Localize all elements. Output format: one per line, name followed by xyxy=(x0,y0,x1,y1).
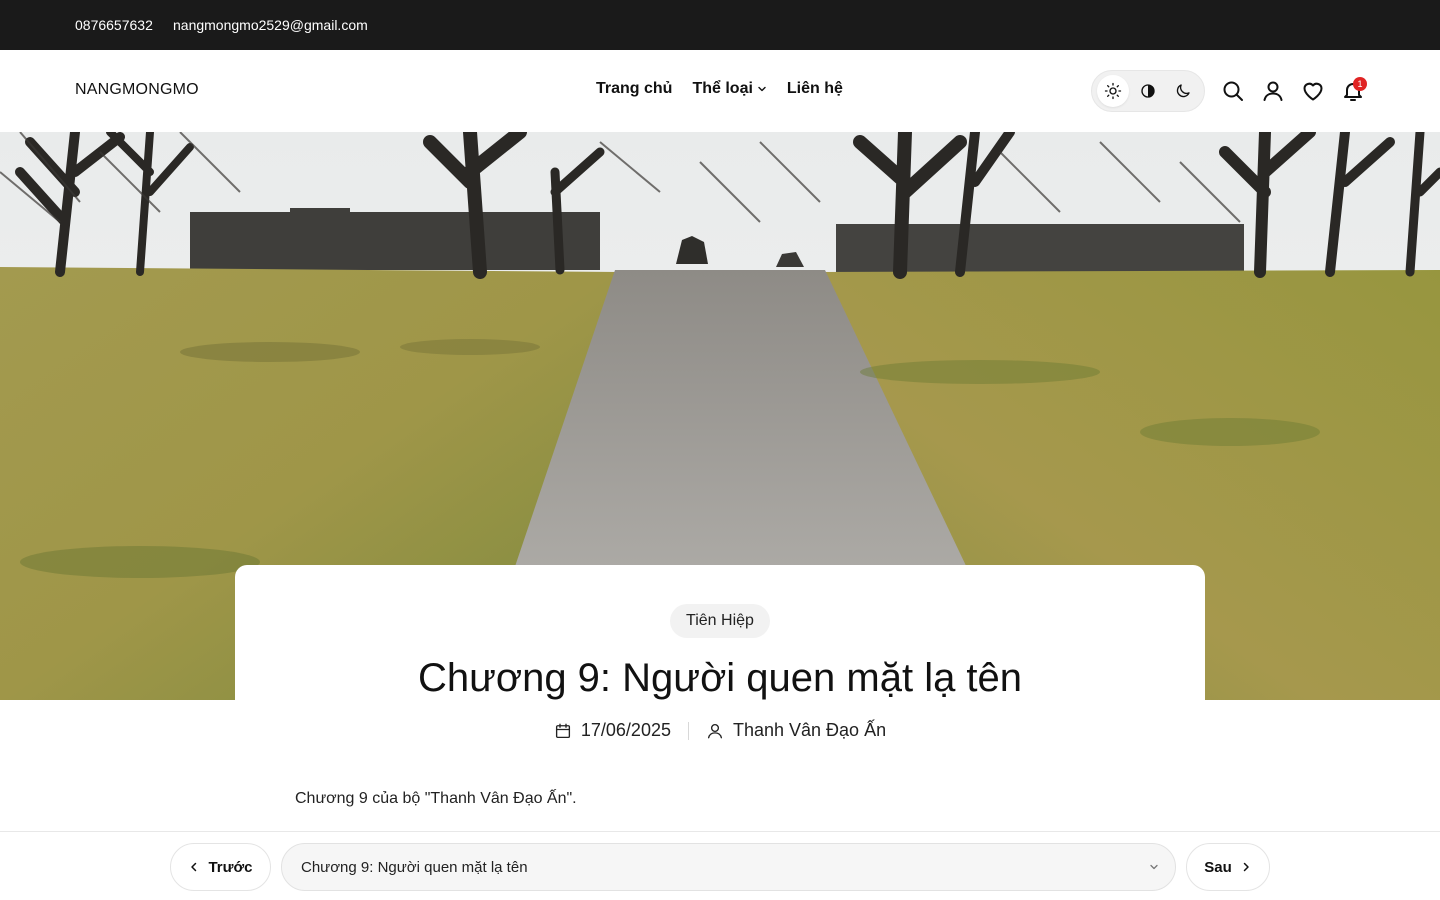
main-nav: Trang chủ Thể loại Liên hệ xyxy=(596,80,843,98)
post-author-name[interactable]: Thanh Vân Đạo Ấn xyxy=(733,720,886,741)
chevron-left-icon xyxy=(191,862,197,872)
post-meta: 17/06/2025 Thanh Vân Đạo Ấn xyxy=(0,720,1440,741)
chapter-nav-bar: Trước Chương 9: Người quen mặt lạ tên Sa… xyxy=(0,831,1440,900)
category-tag[interactable]: Tiên Hiệp xyxy=(670,604,770,638)
theme-switch xyxy=(1091,70,1205,112)
next-chapter-label: Sau xyxy=(1204,858,1232,876)
site-logo[interactable]: NANGMONGMO xyxy=(75,81,199,99)
chapter-select[interactable]: Chương 9: Người quen mặt lạ tên xyxy=(281,843,1176,891)
moon-icon xyxy=(1176,84,1190,98)
user-icon[interactable] xyxy=(1261,79,1285,103)
theme-dark-button[interactable] xyxy=(1167,75,1199,107)
theme-light-button[interactable] xyxy=(1097,75,1130,107)
chapter-intro: Chương 9 của bộ "Thanh Vân Đạo Ấn". xyxy=(295,790,577,807)
nav-categories-label: Thể loại xyxy=(692,80,753,97)
calendar-icon xyxy=(555,723,570,738)
contact-email[interactable]: nangmongmo2529@gmail.com xyxy=(173,17,368,33)
nav-categories[interactable]: Thể loại xyxy=(692,80,766,98)
chevron-down-icon xyxy=(1150,864,1158,870)
chevron-down-icon xyxy=(758,86,766,92)
nav-home[interactable]: Trang chủ xyxy=(596,80,672,98)
nav-contact[interactable]: Liên hệ xyxy=(787,80,843,98)
search-icon[interactable] xyxy=(1221,79,1245,103)
post-date: 17/06/2025 xyxy=(554,720,671,741)
prev-chapter-button[interactable]: Trước xyxy=(170,843,271,891)
prev-chapter-label: Trước xyxy=(208,858,253,876)
chevron-right-icon xyxy=(1243,862,1249,872)
heart-icon[interactable] xyxy=(1301,79,1325,103)
post-date-text: 17/06/2025 xyxy=(580,720,671,740)
notification-badge: 1 xyxy=(1353,77,1367,91)
post-author: Thanh Vân Đạo Ấn xyxy=(706,720,886,741)
nav-contact-label: Liên hệ xyxy=(786,80,843,97)
nav-home-label: Trang chủ xyxy=(596,80,673,97)
contact-phone[interactable]: 0876657632 xyxy=(75,17,153,33)
theme-contrast-button[interactable] xyxy=(1132,75,1164,107)
sun-icon xyxy=(1105,82,1122,100)
meta-divider xyxy=(687,721,689,740)
chapter-title: Chương 9: Người quen mặt lạ tên xyxy=(417,656,1023,700)
next-chapter-button[interactable]: Sau xyxy=(1186,843,1270,891)
user-icon xyxy=(707,723,723,738)
site-header: NANGMONGMO Trang chủ Thể loại Liên hệ 1 xyxy=(0,50,1440,132)
top-contact-bar: 0876657632 nangmongmo2529@gmail.com xyxy=(0,0,1440,50)
chapter-select-value: Chương 9: Người quen mặt lạ tên xyxy=(301,858,528,876)
contrast-icon xyxy=(1141,84,1155,98)
